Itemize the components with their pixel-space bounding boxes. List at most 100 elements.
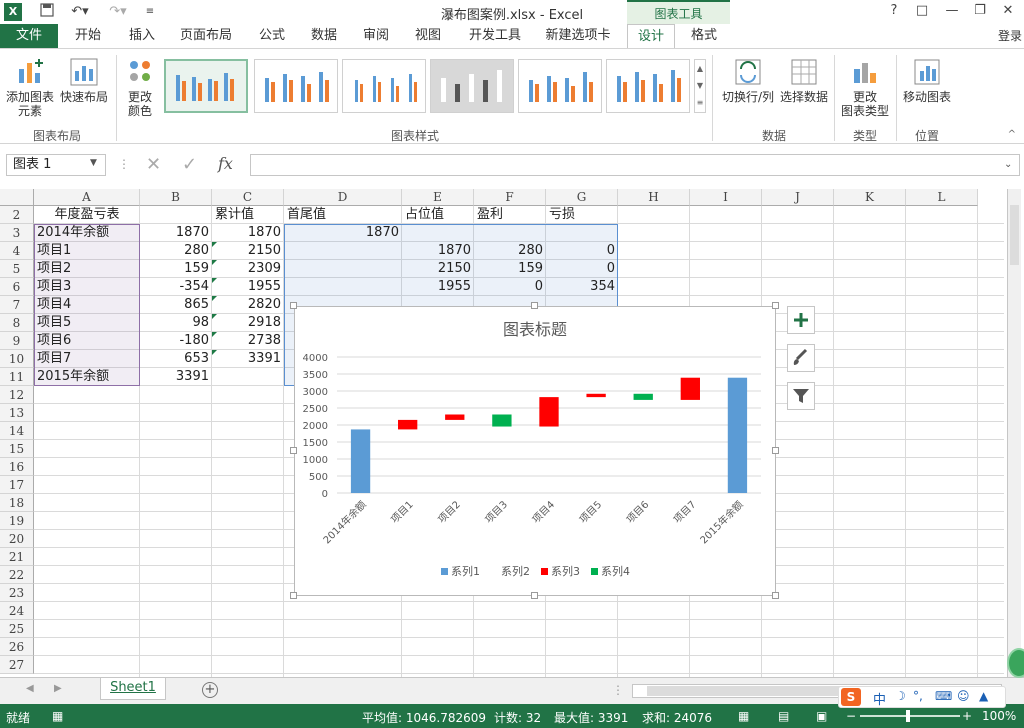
row-header[interactable]: 12 — [0, 386, 34, 404]
cell[interactable]: 年度盈亏表 — [34, 206, 140, 224]
cell[interactable]: 项目3 — [34, 278, 140, 296]
cell[interactable]: 1870 — [212, 224, 284, 242]
tab-data[interactable]: 数据 — [302, 24, 346, 48]
tab-new[interactable]: 新建选项卡 — [538, 24, 618, 48]
cell[interactable]: 累计值 — [212, 206, 284, 224]
normal-view-icon[interactable]: ▦ — [738, 709, 749, 723]
cell[interactable]: 项目2 — [34, 260, 140, 278]
tab-insert[interactable]: 插入 — [118, 24, 166, 48]
formula-error-indicator[interactable] — [212, 314, 217, 319]
quick-layout-button[interactable]: 快速布局 — [58, 57, 110, 104]
zoom-out-icon[interactable]: − — [846, 709, 856, 723]
chart-styles-button[interactable] — [787, 344, 815, 372]
resize-handle[interactable] — [290, 592, 297, 599]
row-header[interactable]: 25 — [0, 620, 34, 638]
cell[interactable]: 首尾值 — [284, 206, 402, 224]
cell[interactable]: 2150 — [402, 260, 474, 278]
resize-handle[interactable] — [531, 592, 538, 599]
tab-format[interactable]: 格式 — [680, 24, 728, 48]
formula-error-indicator[interactable] — [212, 242, 217, 247]
help-button[interactable]: ? — [884, 3, 904, 18]
column-header[interactable]: J — [762, 189, 834, 206]
row-header[interactable]: 23 — [0, 584, 34, 602]
cell[interactable]: 项目1 — [34, 242, 140, 260]
cancel-icon[interactable]: ✕ — [146, 154, 161, 175]
cell[interactable]: 865 — [140, 296, 212, 314]
row-header[interactable]: 20 — [0, 530, 34, 548]
select-data-button[interactable]: 选择数据 — [778, 57, 830, 104]
column-header[interactable]: G — [546, 189, 618, 206]
chart-style-5[interactable] — [518, 59, 602, 113]
row-header[interactable]: 22 — [0, 566, 34, 584]
row-header[interactable]: 2 — [0, 206, 34, 224]
formula-error-indicator[interactable] — [212, 332, 217, 337]
column-header[interactable]: A — [34, 189, 140, 206]
row-header[interactable]: 15 — [0, 440, 34, 458]
page-layout-view-icon[interactable]: ▤ — [778, 709, 789, 723]
column-header[interactable]: B — [140, 189, 212, 206]
cell[interactable]: 项目5 — [34, 314, 140, 332]
page-break-view-icon[interactable]: ▣ — [816, 709, 827, 723]
resize-handle[interactable] — [290, 302, 297, 309]
cell[interactable]: 0 — [474, 278, 546, 296]
row-header[interactable]: 6 — [0, 278, 34, 296]
select-all-corner[interactable] — [0, 189, 34, 206]
cell[interactable]: 2150 — [212, 242, 284, 260]
row-header[interactable]: 10 — [0, 350, 34, 368]
cell[interactable]: 0 — [546, 260, 618, 278]
ime-chinese-icon[interactable]: 中 — [873, 689, 886, 708]
resize-handle[interactable] — [772, 447, 779, 454]
change-colors-button[interactable]: 更改 颜色 — [120, 57, 160, 118]
ime-keyboard-icon[interactable]: ⌨ — [935, 689, 952, 703]
expand-formula-bar-icon[interactable]: ⌄ — [1004, 159, 1012, 170]
row-header[interactable]: 9 — [0, 332, 34, 350]
cell[interactable]: 1955 — [402, 278, 474, 296]
row-header[interactable]: 26 — [0, 638, 34, 656]
close-button[interactable]: ✕ — [998, 3, 1018, 18]
chevron-down-icon[interactable]: ▼ — [90, 158, 97, 168]
gallery-scroll[interactable]: ▲ ▼ ≡ — [694, 59, 706, 113]
insert-function-icon[interactable]: fx — [218, 154, 233, 173]
tab-page-layout[interactable]: 页面布局 — [172, 24, 240, 48]
waterfall-chart[interactable]: 图表标题 0 500 1000 1500 2000 2500 3000 3500 4000 2014… — [294, 306, 776, 596]
collapse-ribbon-icon[interactable]: ^ — [1008, 129, 1016, 140]
resize-handle[interactable] — [290, 447, 297, 454]
cell[interactable]: 159 — [474, 260, 546, 278]
row-header[interactable]: 7 — [0, 296, 34, 314]
macro-record-icon[interactable]: ▦ — [52, 709, 63, 723]
row-header[interactable]: 3 — [0, 224, 34, 242]
row-header[interactable]: 4 — [0, 242, 34, 260]
cell[interactable]: -354 — [140, 278, 212, 296]
cell[interactable]: 2014年余额 — [34, 224, 140, 242]
confirm-icon[interactable]: ✓ — [182, 154, 197, 175]
cell[interactable]: 2015年余额 — [34, 368, 140, 386]
cell[interactable]: 项目7 — [34, 350, 140, 368]
cell[interactable]: 2820 — [212, 296, 284, 314]
switch-row-column-button[interactable]: 切换行/列 — [718, 57, 778, 104]
cell[interactable]: 项目6 — [34, 332, 140, 350]
cell[interactable]: 2309 — [212, 260, 284, 278]
cell[interactable]: 1870 — [402, 242, 474, 260]
chart-style-6[interactable] — [606, 59, 690, 113]
cell[interactable]: 653 — [140, 350, 212, 368]
resize-handle[interactable] — [772, 592, 779, 599]
tab-file[interactable]: 文件 — [0, 24, 58, 48]
tab-review[interactable]: 审阅 — [354, 24, 398, 48]
cell[interactable]: 3391 — [140, 368, 212, 386]
change-chart-type-button[interactable]: 更改 图表类型 — [838, 57, 892, 118]
ime-moon-icon[interactable]: ☽ — [895, 689, 906, 703]
cell[interactable]: 354 — [546, 278, 618, 296]
column-header[interactable]: C — [212, 189, 284, 206]
column-header[interactable]: D — [284, 189, 402, 206]
resize-handle[interactable] — [531, 302, 538, 309]
cell[interactable]: 1870 — [140, 224, 212, 242]
formula-error-indicator[interactable] — [212, 278, 217, 283]
chart-style-3[interactable] — [342, 59, 426, 113]
ribbon-display-options-button[interactable]: □ — [912, 3, 932, 18]
cell[interactable]: 98 — [140, 314, 212, 332]
row-header[interactable]: 13 — [0, 404, 34, 422]
column-header[interactable]: H — [618, 189, 690, 206]
cell[interactable]: 项目4 — [34, 296, 140, 314]
cell[interactable]: -180 — [140, 332, 212, 350]
ime-skin-icon[interactable]: ▲ — [979, 689, 988, 703]
